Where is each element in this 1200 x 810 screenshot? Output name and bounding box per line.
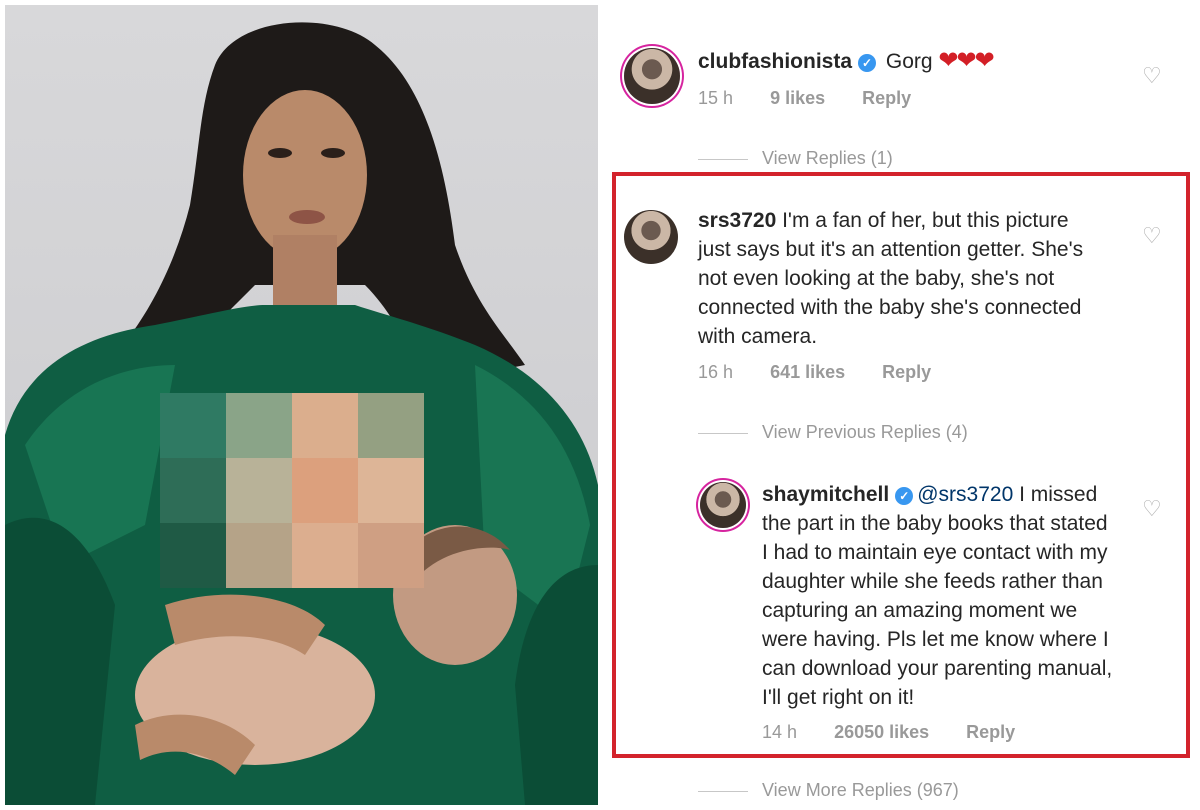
heart-emoji-icon: ❤❤❤ xyxy=(938,47,994,74)
comment-username[interactable]: shaymitchell xyxy=(762,483,889,506)
comment-text-line: just says but it's an attention getter. … xyxy=(698,238,1084,261)
divider-line xyxy=(698,790,748,792)
comment-username[interactable]: srs3720 xyxy=(698,209,776,232)
avatar[interactable] xyxy=(700,482,746,528)
comments-panel: clubfashionista ✓ Gorg ❤❤❤ 15 h 9 likes R… xyxy=(600,0,1200,810)
comment-text-line: I had to maintain eye contact with my xyxy=(762,541,1108,564)
comment-body: srs3720 I'm a fan of her, but this pictu… xyxy=(698,206,1158,351)
view-replies-label: View Previous Replies (4) xyxy=(762,422,968,442)
comment-text-line: with camera. xyxy=(698,325,818,348)
comment-likes[interactable]: 641 likes xyxy=(770,362,845,382)
pixelated-censor-block xyxy=(160,393,424,588)
comment-text-line: I missed xyxy=(1019,483,1098,506)
view-replies-label: View More Replies (967) xyxy=(762,780,959,800)
comment-text-line: I'll get right on it! xyxy=(762,686,915,709)
comment-body: clubfashionista ✓ Gorg ❤❤❤ xyxy=(698,46,1138,76)
comment-text-line: daughter while she feeds rather than xyxy=(762,570,1103,593)
heart-outline-icon[interactable]: ♡ xyxy=(1142,65,1164,87)
comment-age: 16 h xyxy=(698,362,734,382)
comment-text: Gorg xyxy=(885,50,933,73)
comment-username[interactable]: clubfashionista xyxy=(698,50,852,73)
view-replies-link[interactable]: View More Replies (967) xyxy=(698,780,959,801)
comment-text-line: not even looking at the baby, she's not xyxy=(698,267,1055,290)
reply-button[interactable]: Reply xyxy=(862,88,911,108)
mention-link[interactable]: @srs3720 xyxy=(917,483,1013,506)
view-replies-link[interactable]: View Replies (1) xyxy=(698,148,893,169)
reply-button[interactable]: Reply xyxy=(882,362,931,382)
verified-badge-icon: ✓ xyxy=(895,487,914,505)
view-replies-link[interactable]: View Previous Replies (4) xyxy=(698,422,968,443)
avatar[interactable] xyxy=(624,210,678,264)
comment-text-line: connected with the baby she's connected xyxy=(698,296,1082,319)
comment-text-line: the part in the baby books that stated xyxy=(762,512,1108,535)
post-photo xyxy=(5,5,598,805)
comment-likes[interactable]: 26050 likes xyxy=(834,722,929,742)
divider-line xyxy=(698,432,748,434)
comment-meta: 14 h 26050 likes Reply xyxy=(762,722,1047,743)
heart-outline-icon[interactable]: ♡ xyxy=(1142,498,1164,520)
comment-text-line: I'm a fan of her, but this picture xyxy=(782,209,1069,232)
comment-text-line: were having. Pls let me know where I xyxy=(762,628,1109,651)
comment-age: 14 h xyxy=(762,722,798,742)
reply-button[interactable]: Reply xyxy=(966,722,1015,742)
verified-badge-icon: ✓ xyxy=(858,54,877,72)
comment-meta: 16 h 641 likes Reply xyxy=(698,362,963,383)
avatar[interactable] xyxy=(624,48,680,104)
comment-body: shaymitchell ✓ @srs3720 I missed the part … xyxy=(762,480,1152,712)
comment-age: 15 h xyxy=(698,88,734,108)
comment-meta: 15 h 9 likes Reply xyxy=(698,88,943,109)
comment-likes[interactable]: 9 likes xyxy=(770,88,825,108)
divider-line xyxy=(698,158,748,160)
heart-outline-icon[interactable]: ♡ xyxy=(1142,225,1164,247)
comment-text-line: capturing an amazing moment we xyxy=(762,599,1078,622)
comment-text-line: can download your parenting manual, xyxy=(762,657,1113,680)
view-replies-label: View Replies (1) xyxy=(762,148,893,168)
